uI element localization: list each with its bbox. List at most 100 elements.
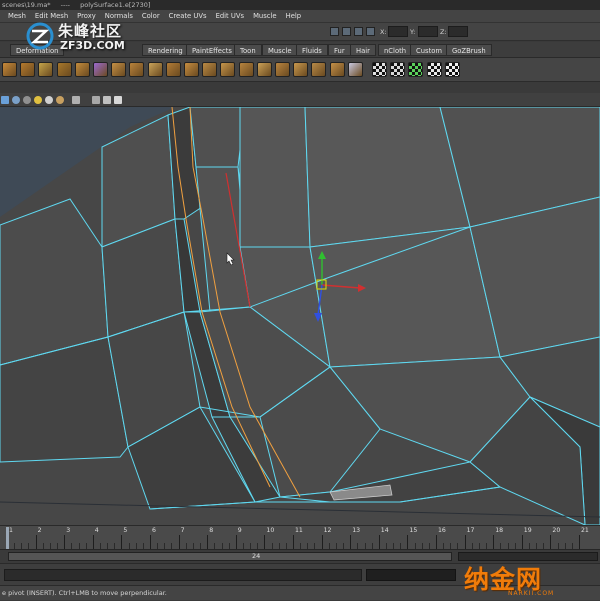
checker-icon[interactable] <box>408 62 424 77</box>
frame-label: 7 <box>180 527 185 534</box>
menu-muscle[interactable]: Muscle <box>253 12 277 20</box>
help-line-text: e pivot (INSERT). Ctrl+LMB to move perpe… <box>2 589 167 597</box>
frame-label: 2 <box>37 527 42 534</box>
shelf-tab-muscle[interactable]: Muscle <box>262 44 298 56</box>
isolate-select-icon[interactable] <box>72 96 80 104</box>
checker-icon[interactable] <box>372 62 387 77</box>
checker-icon[interactable] <box>390 62 406 77</box>
shelf-tab-custom[interactable]: Custom <box>410 44 449 56</box>
menu-normals[interactable]: Normals <box>105 12 133 20</box>
frame-tick <box>521 535 523 549</box>
shelf-tool-icon[interactable] <box>238 62 254 77</box>
selected-object-name: polySurface1.e[2730] <box>80 1 151 9</box>
shelf-tool-icon[interactable] <box>329 62 345 77</box>
shelf-tool-icon[interactable] <box>256 62 272 77</box>
mel-command-input[interactable] <box>4 569 362 581</box>
snap-point-icon[interactable] <box>354 27 363 36</box>
frame-label: 21 <box>581 527 589 534</box>
menu-create-uvs[interactable]: Create UVs <box>169 12 207 20</box>
help-line: e pivot (INSERT). Ctrl+LMB to move perpe… <box>0 585 600 600</box>
snap-curve-icon[interactable] <box>342 27 351 36</box>
menu-color[interactable]: Color <box>142 12 160 20</box>
frame-tick <box>436 535 437 549</box>
shelf-tool-icon[interactable] <box>147 62 163 77</box>
shelf-tab-gozbrush[interactable]: GoZBrush <box>446 44 492 56</box>
lights-icon[interactable] <box>34 96 42 104</box>
menu-edit-mesh[interactable]: Edit Mesh <box>35 12 68 20</box>
frame-tick <box>579 535 580 549</box>
snap-plane-icon[interactable] <box>366 27 375 36</box>
shelf-tab-hair[interactable]: Hair <box>350 44 376 56</box>
frame-tick <box>321 535 323 549</box>
frame-tick <box>293 535 294 549</box>
frame-label: 6 <box>152 527 156 534</box>
shelf-tool-icon[interactable] <box>20 62 36 77</box>
command-result-field <box>366 569 456 581</box>
perspective-viewport[interactable] <box>0 107 600 525</box>
checker-icon[interactable] <box>426 62 442 77</box>
x-coordinate-field[interactable] <box>388 26 408 37</box>
menu-mesh[interactable]: Mesh <box>8 12 26 20</box>
shelf-tool-icon[interactable] <box>202 62 218 77</box>
frame-label: 16 <box>438 527 446 534</box>
snap-grid-icon[interactable] <box>330 27 339 36</box>
frame-label: 10 <box>266 527 275 534</box>
shelf-tool-icon[interactable] <box>111 62 127 77</box>
menu-help[interactable]: Help <box>286 12 302 20</box>
status-line: X: Y: Z: <box>0 23 600 41</box>
cone-icon[interactable] <box>347 62 363 77</box>
frame-tick <box>378 535 380 549</box>
frame-label: 19 <box>523 527 532 534</box>
shelf-tool-icon[interactable] <box>165 62 181 77</box>
cube-icon[interactable] <box>93 62 108 77</box>
frame-tick <box>207 535 209 549</box>
frame-tick <box>264 535 266 549</box>
xray-icon[interactable] <box>92 96 100 104</box>
panel-toolbar <box>0 93 600 107</box>
shelf-tab-toon[interactable]: Toon <box>234 44 262 56</box>
shelf-tab-ncloth[interactable]: nCloth <box>378 44 413 56</box>
shelf-tab-deformation[interactable]: Deformation <box>10 44 65 56</box>
shelf-tool-icon[interactable] <box>74 62 90 77</box>
frame-label: 11 <box>295 527 303 534</box>
frame-label: 5 <box>123 527 128 534</box>
shelf-tab-painteffects[interactable]: PaintEffects <box>186 44 238 56</box>
shaded-icon[interactable] <box>23 96 31 104</box>
camera-settings-icon[interactable] <box>114 96 122 104</box>
frame-label: 3 <box>66 527 71 534</box>
shelf-tool-icon[interactable] <box>129 62 145 77</box>
textured-icon[interactable] <box>56 96 64 104</box>
range-end-value: 24 <box>252 552 261 560</box>
shelf-tool-icon[interactable] <box>38 62 54 77</box>
shelf-tool-icon[interactable] <box>275 62 290 77</box>
wireframe-icon[interactable] <box>1 96 9 104</box>
shelf-tool-icon[interactable] <box>311 62 327 77</box>
y-coordinate-field[interactable] <box>418 26 438 37</box>
frame-tick <box>178 535 180 549</box>
shelf-tool-icon[interactable] <box>220 62 236 77</box>
time-slider[interactable]: 1 2 3 4 5 6 7 8 9 10 11 12 13 14 15 16 17 18 19 20 21 <box>0 525 600 549</box>
shelf-tool-icon[interactable] <box>2 62 17 77</box>
smooth-shade-icon[interactable] <box>12 96 20 104</box>
range-slider: 24 <box>0 549 600 563</box>
shelf-tab-fluids[interactable]: Fluids <box>296 44 328 56</box>
shelf-tab-fur[interactable]: Fur <box>328 44 351 56</box>
menu-edit-uvs[interactable]: Edit UVs <box>216 12 245 20</box>
shelf-tool-icon[interactable] <box>56 62 72 77</box>
backface-icon[interactable] <box>103 96 111 104</box>
range-end-field[interactable] <box>458 552 598 561</box>
frame-tick <box>464 535 466 549</box>
shelf-tool-icon[interactable] <box>293 62 309 77</box>
menu-proxy[interactable]: Proxy <box>77 12 96 20</box>
shelf-tab-rendering[interactable]: Rendering <box>142 44 189 56</box>
shadows-icon[interactable] <box>45 96 53 104</box>
z-coordinate-field[interactable] <box>448 26 468 37</box>
y-label: Y: <box>410 28 416 36</box>
shelf-tool-icon[interactable] <box>184 62 199 77</box>
frame-label: 12 <box>323 527 332 534</box>
current-frame-marker[interactable] <box>6 527 9 549</box>
checker-icon[interactable] <box>444 62 460 77</box>
mesh-wireframe <box>0 107 600 525</box>
time-slider-ticks: 1 2 3 4 5 6 7 8 9 10 11 12 13 14 15 16 17 18 19 20 21 <box>0 526 600 550</box>
playback-range-bar[interactable] <box>8 552 452 561</box>
